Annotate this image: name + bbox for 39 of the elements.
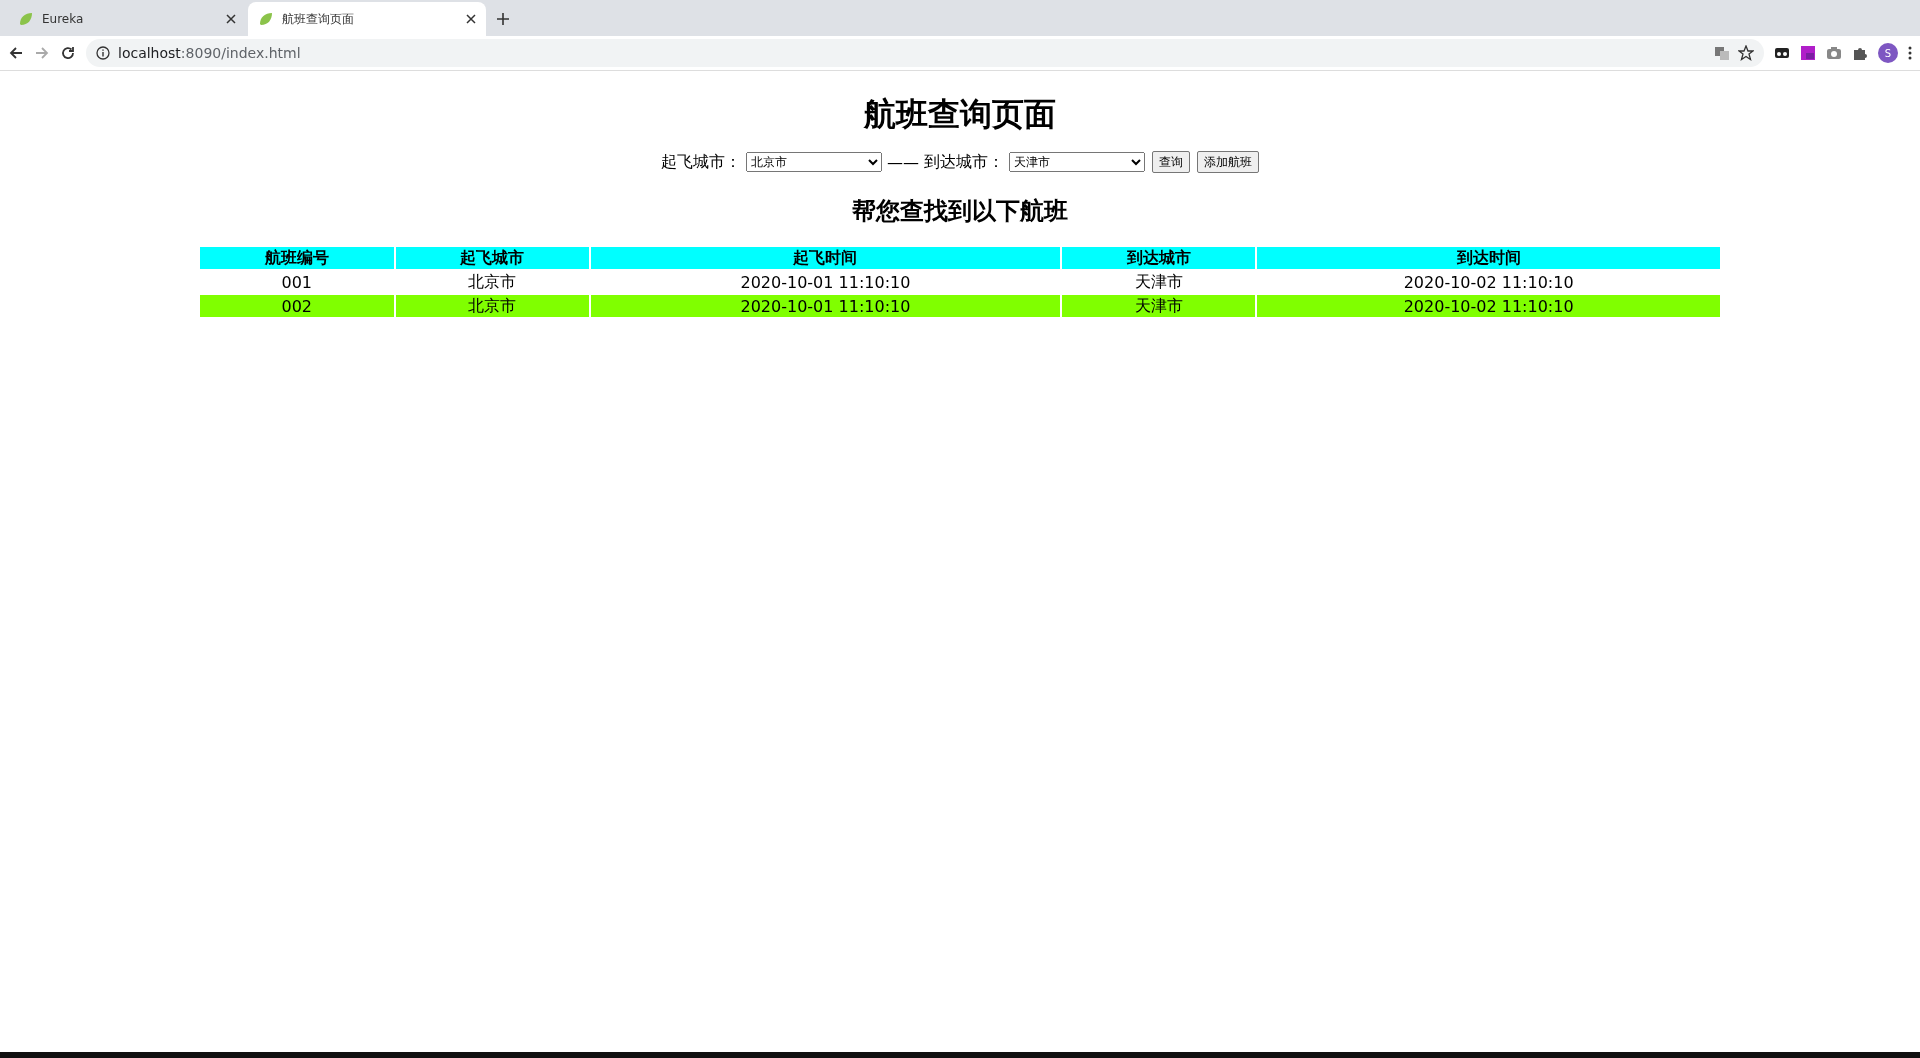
extension-icon[interactable] (1800, 45, 1816, 61)
extension-icon[interactable] (1774, 45, 1790, 61)
table-cell: 002 (200, 295, 394, 317)
column-header: 到达城市 (1061, 247, 1256, 269)
address-bar[interactable]: localhost:8090/index.html (86, 39, 1764, 67)
translate-icon[interactable] (1714, 45, 1730, 61)
menu-icon[interactable] (1908, 45, 1912, 61)
leaf-icon (258, 11, 274, 27)
close-icon[interactable] (466, 14, 476, 24)
camera-icon[interactable] (1826, 45, 1842, 61)
info-icon (96, 46, 110, 60)
separator-dash: —— (887, 152, 919, 172)
table-cell: 北京市 (395, 295, 590, 317)
plus-icon (497, 13, 509, 25)
leaf-icon (18, 11, 34, 27)
browser-tab[interactable]: Eureka (8, 2, 246, 36)
results-heading: 帮您查找到以下航班 (852, 196, 1068, 227)
close-icon[interactable] (226, 14, 236, 24)
column-header: 航班编号 (200, 247, 394, 269)
arrival-city-select[interactable]: 天津市 (1009, 152, 1145, 172)
table-cell: 2020-10-02 11:10:10 (1257, 295, 1720, 317)
reload-icon[interactable] (60, 45, 76, 61)
search-button[interactable]: 查询 (1152, 151, 1190, 173)
field-label: 到达城市： (924, 151, 1004, 173)
table-cell: 2020-10-01 11:10:10 (591, 295, 1060, 317)
puzzle-icon[interactable] (1852, 45, 1868, 61)
url-text: localhost:8090/index.html (118, 45, 301, 61)
browser-tab[interactable]: 航班查询页面 (248, 2, 486, 36)
page-title: 航班查询页面 (864, 94, 1056, 135)
table-cell: 天津市 (1061, 295, 1256, 317)
star-icon[interactable] (1738, 45, 1754, 61)
column-header: 起飞时间 (591, 247, 1060, 269)
field-label: 起飞城市： (661, 151, 741, 173)
column-header: 到达时间 (1257, 247, 1720, 269)
column-header: 起飞城市 (395, 247, 590, 269)
departure-city-select[interactable]: 北京市 (746, 152, 882, 172)
profile-avatar[interactable]: S (1878, 43, 1898, 63)
back-arrow-icon[interactable] (8, 45, 24, 61)
add-flight-button[interactable]: 添加航班 (1197, 151, 1259, 173)
